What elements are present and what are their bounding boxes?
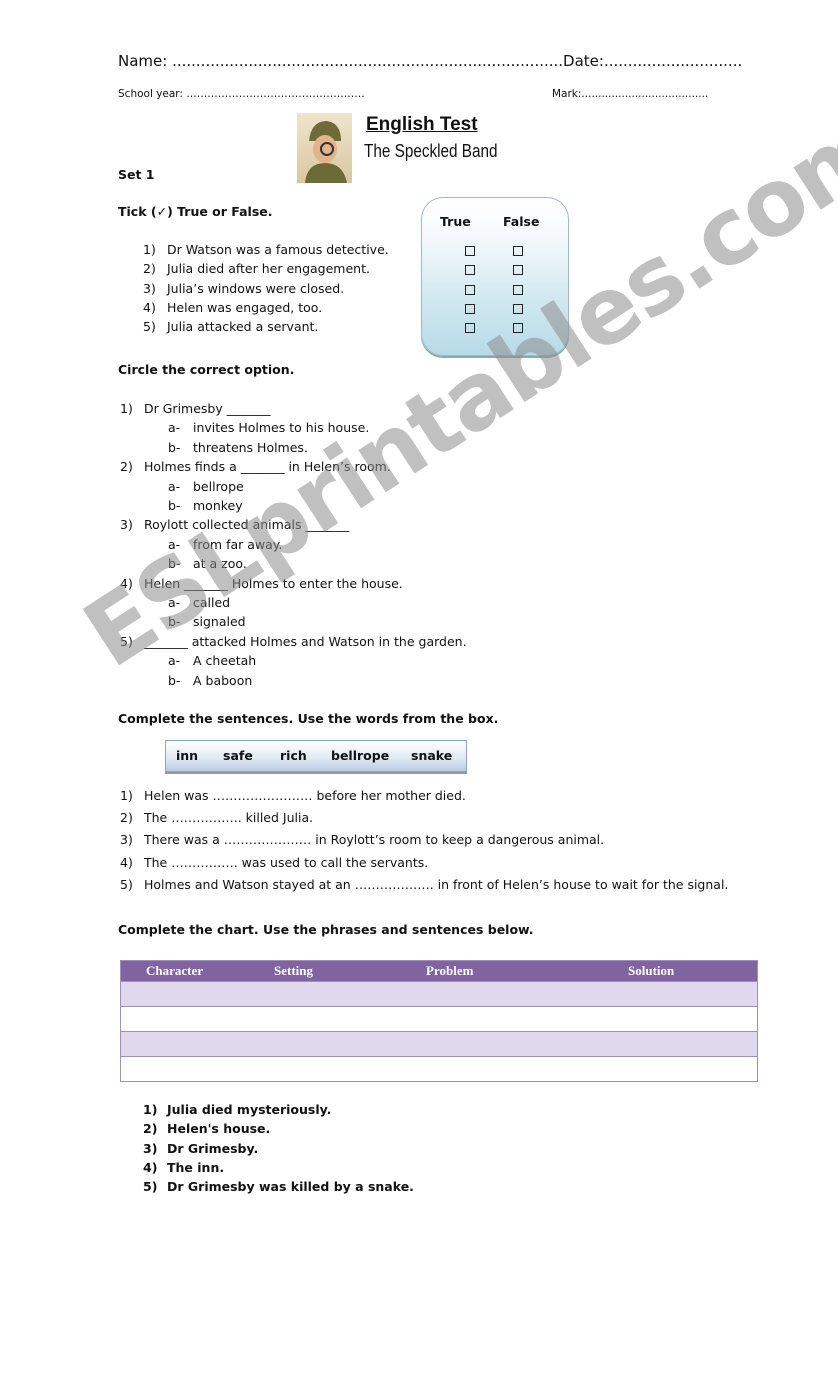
school-year-line: School year: …………………………………………… <box>118 88 365 100</box>
circle-heading: Circle the correct option. <box>118 362 295 377</box>
story-chart-table: Character Setting Problem Solution <box>120 960 758 1082</box>
table-row <box>120 1006 758 1032</box>
false-checkbox[interactable] <box>513 246 523 256</box>
column-solution: Solution <box>628 960 758 982</box>
complete-heading: Complete the sentences. Use the words fr… <box>118 711 499 726</box>
word-rich: rich <box>280 748 307 763</box>
true-false-statement: Julia died after her engagement. <box>167 261 370 277</box>
option-text: A cheetah <box>193 653 257 669</box>
item-number: 1) <box>143 242 156 257</box>
word-bellrope: bellrope <box>331 748 390 763</box>
word-snake: snake <box>411 748 453 763</box>
page-title: English Test <box>366 114 478 135</box>
option-text: A baboon <box>193 672 253 688</box>
table-cell[interactable] <box>120 981 758 1007</box>
true-checkbox[interactable] <box>465 284 475 295</box>
option-letter: a- <box>168 478 181 494</box>
detective-illustration <box>297 113 352 183</box>
question-text: Dr Grimesby _______ <box>144 401 271 416</box>
phrase-text: The inn. <box>167 1159 225 1175</box>
table-cell[interactable] <box>120 1006 758 1032</box>
name-date-line: Name: ..................................… <box>118 52 743 70</box>
true-false-statement: Helen was engaged, too. <box>167 299 323 315</box>
watermark: ESLprintables.com <box>65 91 838 689</box>
true-false-heading: Tick (✓) True or False. <box>118 204 273 219</box>
page-subtitle: The Speckled Band <box>364 141 498 161</box>
table-cell[interactable] <box>120 1056 758 1082</box>
sentence-text: The ……………. was used to call the servants… <box>144 854 429 870</box>
item-number: 5) <box>143 319 156 335</box>
column-setting: Setting <box>274 960 426 982</box>
phrase-number: 2) <box>143 1121 158 1137</box>
table-row <box>120 1056 758 1082</box>
true-checkbox[interactable] <box>465 323 475 334</box>
table-cell[interactable] <box>120 1031 758 1057</box>
sentence-number: 4) <box>120 854 133 870</box>
false-column-label: False <box>503 214 540 229</box>
sentence-text: Holmes and Watson stayed at an ………………. i… <box>144 876 729 892</box>
option-letter: b- <box>168 672 181 688</box>
set-label: Set 1 <box>118 167 155 182</box>
word-safe: safe <box>223 748 253 763</box>
item-number: 3) <box>143 280 156 296</box>
phrase-text: Dr Grimesby. <box>167 1140 259 1156</box>
phrase-text: Dr Grimesby was killed by a snake. <box>167 1179 414 1195</box>
phrase-text: Julia died mysteriously. <box>167 1102 332 1117</box>
question-number: 1) <box>120 401 133 416</box>
sentence-text: Helen was …………………… before her mother die… <box>144 788 466 803</box>
mark-line: Mark:...................................… <box>552 88 709 100</box>
sentence-text: The …………….. killed Julia. <box>144 810 314 826</box>
item-number: 2) <box>143 261 156 277</box>
phrase-number: 1) <box>143 1102 158 1117</box>
sentence-text: There was a ………………… in Roylott’s room to… <box>144 832 605 848</box>
question-number: 2) <box>120 459 133 475</box>
false-checkbox[interactable] <box>513 265 523 276</box>
column-problem: Problem <box>426 960 628 982</box>
false-checkbox[interactable] <box>513 284 523 295</box>
word-inn: inn <box>176 748 199 763</box>
phrase-number: 4) <box>143 1159 158 1175</box>
true-checkbox[interactable] <box>465 303 475 314</box>
sentence-number: 3) <box>120 832 133 848</box>
chart-heading: Complete the chart. Use the phrases and … <box>118 922 534 937</box>
phrase-number: 3) <box>143 1140 158 1156</box>
true-checkbox[interactable] <box>465 246 475 256</box>
question-number: 3) <box>120 517 133 533</box>
true-column-label: True <box>440 214 471 229</box>
word-box: inn safe rich bellrope snake <box>165 740 467 772</box>
table-header-row: Character Setting Problem Solution <box>120 960 758 982</box>
true-false-statement: Dr Watson was a famous detective. <box>167 242 389 257</box>
true-false-statement: Julia’s windows were closed. <box>167 280 345 296</box>
item-number: 4) <box>143 299 156 315</box>
option-letter: b- <box>168 498 181 513</box>
phrase-text: Helen's house. <box>167 1121 271 1137</box>
column-character: Character <box>120 960 274 982</box>
option-letter: b- <box>168 439 181 455</box>
option-letter: a- <box>168 420 181 436</box>
table-row <box>120 981 758 1007</box>
table-row <box>120 1031 758 1057</box>
true-false-statement: Julia attacked a servant. <box>167 319 319 335</box>
sentence-number: 1) <box>120 788 133 803</box>
sentence-number: 5) <box>120 876 133 892</box>
sentence-number: 2) <box>120 810 133 826</box>
true-checkbox[interactable] <box>465 265 475 276</box>
phrase-number: 5) <box>143 1179 158 1195</box>
